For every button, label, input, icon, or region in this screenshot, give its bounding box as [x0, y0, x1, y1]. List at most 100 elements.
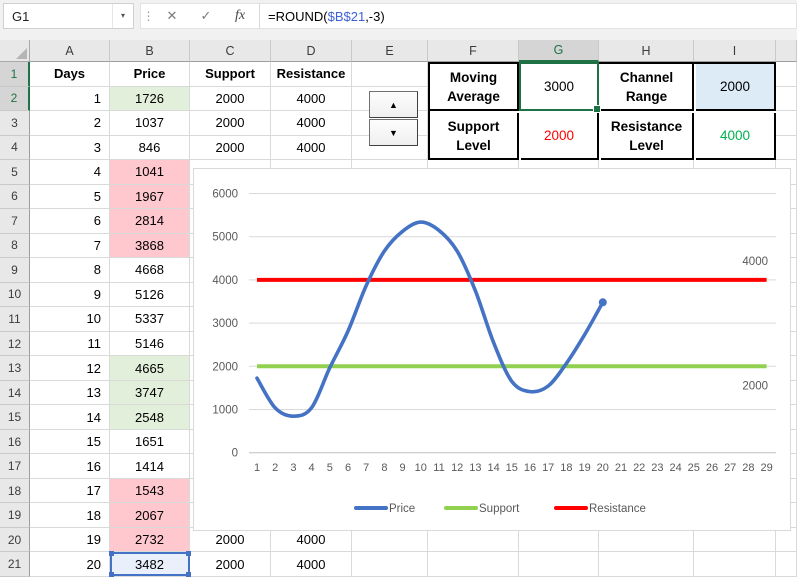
cell-C1[interactable]: Support [190, 62, 271, 87]
row-header-21[interactable]: 21 [0, 552, 30, 577]
col-header-E[interactable]: E [352, 40, 428, 62]
legend-label-support[interactable]: Support [479, 503, 520, 515]
row-header-3[interactable]: 3 [0, 111, 30, 136]
cell-J2[interactable] [776, 86, 797, 112]
cell-A21[interactable]: 20 [30, 552, 110, 577]
row-header-19[interactable]: 19 [0, 503, 30, 528]
cell-A12[interactable]: 11 [30, 331, 110, 357]
cell-E1[interactable] [352, 62, 428, 87]
cell-J1[interactable] [776, 62, 797, 87]
cell-D1[interactable]: Resistance [271, 62, 352, 87]
row-header-16[interactable]: 16 [0, 429, 30, 455]
cell-B15[interactable]: 2548 [110, 405, 190, 430]
cell-A10[interactable]: 9 [30, 282, 110, 308]
cell-D2[interactable]: 4000 [271, 86, 352, 112]
cell-A19[interactable]: 18 [30, 503, 110, 528]
cell-A4[interactable]: 3 [30, 135, 110, 161]
cell-A8[interactable]: 7 [30, 233, 110, 259]
cell-B1[interactable]: Price [110, 62, 190, 87]
cell-F21[interactable] [428, 552, 519, 577]
cell-A17[interactable]: 16 [30, 454, 110, 479]
cell-B6[interactable]: 1967 [110, 184, 190, 210]
col-header-D[interactable]: D [271, 40, 352, 62]
row-header-7[interactable]: 7 [0, 209, 30, 234]
cell-E21[interactable] [352, 552, 428, 577]
select-all-corner[interactable] [0, 40, 30, 62]
cell-B20[interactable]: 2732 [110, 527, 190, 553]
row-header-20[interactable]: 20 [0, 527, 30, 553]
cell-D21[interactable]: 4000 [271, 552, 352, 577]
name-box-dropdown-icon[interactable]: ▾ [112, 4, 133, 28]
col-header-C[interactable]: C [190, 40, 271, 62]
cell-D4[interactable]: 4000 [271, 135, 352, 161]
cell-B3[interactable]: 1037 [110, 111, 190, 136]
cell-C4[interactable]: 2000 [190, 135, 271, 161]
row-header-1[interactable]: 1 [0, 62, 30, 87]
cell-B4[interactable]: 846 [110, 135, 190, 161]
cell-G21[interactable] [519, 552, 599, 577]
cell-B11[interactable]: 5337 [110, 307, 190, 332]
cell-J21[interactable] [776, 552, 797, 577]
row-header-13[interactable]: 13 [0, 356, 30, 381]
cell-A20[interactable]: 19 [30, 527, 110, 553]
row-header-2[interactable]: 2 [0, 86, 30, 112]
cell-A11[interactable]: 10 [30, 307, 110, 332]
cell-C21[interactable]: 2000 [190, 552, 271, 577]
row-header-17[interactable]: 17 [0, 454, 30, 479]
cell-B19[interactable]: 2067 [110, 503, 190, 528]
spin-up-button[interactable]: ▲ [369, 91, 418, 118]
cancel-icon[interactable]: ✕ [155, 8, 189, 24]
cell-A18[interactable]: 17 [30, 478, 110, 504]
row-header-9[interactable]: 9 [0, 258, 30, 283]
col-header-B[interactable]: B [110, 40, 190, 62]
row-header-6[interactable]: 6 [0, 184, 30, 210]
row-header-15[interactable]: 15 [0, 405, 30, 430]
col-header-A[interactable]: A [30, 40, 110, 62]
cell-A3[interactable]: 2 [30, 111, 110, 136]
row-header-8[interactable]: 8 [0, 233, 30, 259]
col-header-H[interactable]: H [599, 40, 694, 62]
cell-B14[interactable]: 3747 [110, 380, 190, 406]
cell-B7[interactable]: 2814 [110, 209, 190, 234]
cell-B10[interactable]: 5126 [110, 282, 190, 308]
cell-J3[interactable] [776, 111, 797, 136]
formula-input[interactable]: =ROUND($B$21,-3) [262, 9, 796, 24]
col-header-F[interactable]: F [428, 40, 519, 62]
price-chart[interactable]: 0 1000 2000 3000 4000 5000 6000 1 2 3 4 5 6 7 8 9 10 11 12… [193, 168, 791, 531]
legend-label-resistance[interactable]: Resistance [589, 503, 646, 515]
cell-A13[interactable]: 12 [30, 356, 110, 381]
cell-A9[interactable]: 8 [30, 258, 110, 283]
param-value[interactable]: 2000 [521, 113, 599, 160]
cell-B8[interactable]: 3868 [110, 233, 190, 259]
cell-D3[interactable]: 4000 [271, 111, 352, 136]
row-header-12[interactable]: 12 [0, 331, 30, 357]
row-header-11[interactable]: 11 [0, 307, 30, 332]
cell-I21[interactable] [694, 552, 776, 577]
cell-A15[interactable]: 14 [30, 405, 110, 430]
cell-A1[interactable]: Days [30, 62, 110, 87]
spin-down-button[interactable]: ▼ [369, 119, 418, 146]
col-header-G[interactable]: G [519, 40, 599, 62]
cell-B9[interactable]: 4668 [110, 258, 190, 283]
cell-B17[interactable]: 1414 [110, 454, 190, 479]
cell-B16[interactable]: 1651 [110, 429, 190, 455]
cell-C2[interactable]: 2000 [190, 86, 271, 112]
cell-B12[interactable]: 5146 [110, 331, 190, 357]
col-header-extra[interactable] [776, 40, 797, 62]
cell-A14[interactable]: 13 [30, 380, 110, 406]
row-header-18[interactable]: 18 [0, 478, 30, 504]
param-value[interactable]: 4000 [696, 113, 776, 160]
row-header-14[interactable]: 14 [0, 380, 30, 406]
row-header-5[interactable]: 5 [0, 160, 30, 185]
cell-A6[interactable]: 5 [30, 184, 110, 210]
cell-A16[interactable]: 15 [30, 429, 110, 455]
cell-C3[interactable]: 2000 [190, 111, 271, 136]
cell-B2[interactable]: 1726 [110, 86, 190, 112]
legend-label-price[interactable]: Price [389, 503, 415, 515]
cell-A2[interactable]: 1 [30, 86, 110, 112]
col-header-I[interactable]: I [694, 40, 776, 62]
cell-B18[interactable]: 1543 [110, 478, 190, 504]
insert-function-icon[interactable]: fx [223, 8, 257, 24]
param-value[interactable]: 2000 [696, 64, 776, 111]
cell-H21[interactable] [599, 552, 694, 577]
